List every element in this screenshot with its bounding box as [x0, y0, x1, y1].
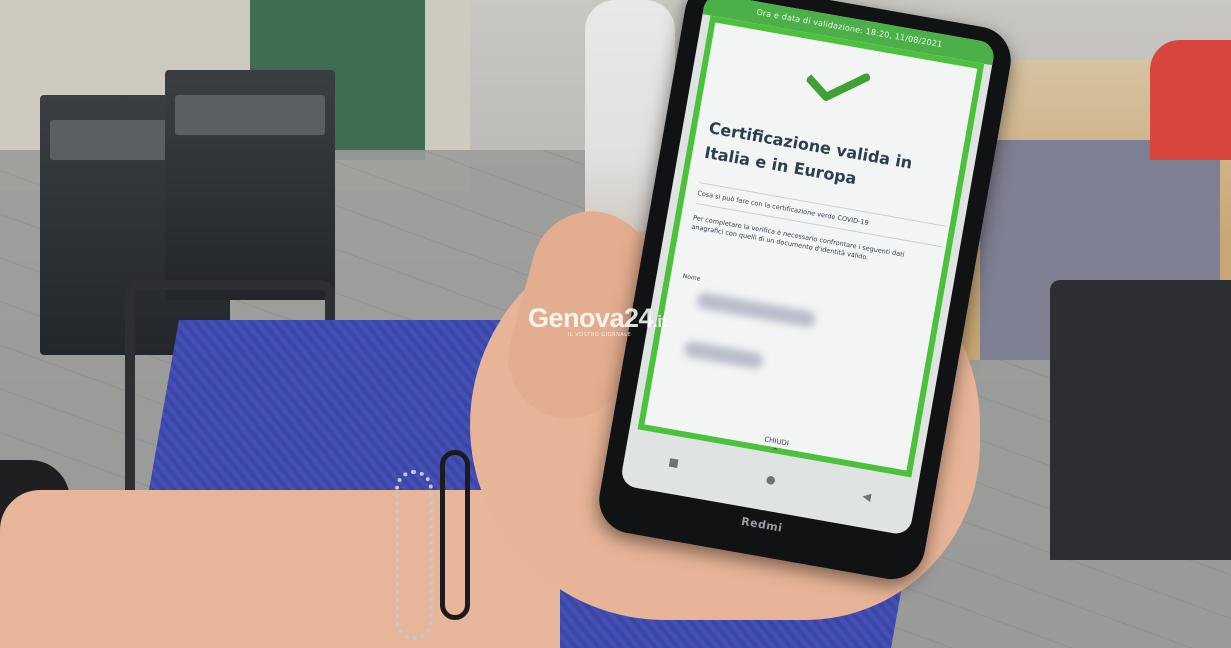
- wrist-band: [440, 450, 470, 620]
- check-icon: [805, 72, 871, 102]
- result-card: Certificazione valida in Italia e in Eur…: [637, 15, 985, 478]
- home-icon[interactable]: ●: [765, 472, 777, 486]
- forearm: [0, 490, 560, 648]
- waste-bin: [165, 70, 335, 300]
- watermark-tagline: IL VOSTRO GIORNALE: [568, 332, 632, 338]
- watermark-name: Genova24: [528, 303, 654, 333]
- watermark-logo: Genova24.it IL VOSTRO GIORNALE: [528, 303, 728, 343]
- chair: [1050, 280, 1231, 560]
- photo-scene: Ora e data di validazione: 18:20, 11/08/…: [0, 0, 1231, 648]
- bracelet: [395, 470, 433, 640]
- back-icon[interactable]: ◀: [862, 489, 873, 503]
- blurred-birthdate: [682, 340, 765, 370]
- name-field-label: Nome: [682, 272, 701, 283]
- seated-person: [1150, 40, 1231, 160]
- watermark-tld: .it: [653, 312, 667, 331]
- recent-apps-icon[interactable]: ■: [668, 455, 681, 470]
- phone-screen: Ora e data di validazione: 18:20, 11/08/…: [619, 0, 996, 536]
